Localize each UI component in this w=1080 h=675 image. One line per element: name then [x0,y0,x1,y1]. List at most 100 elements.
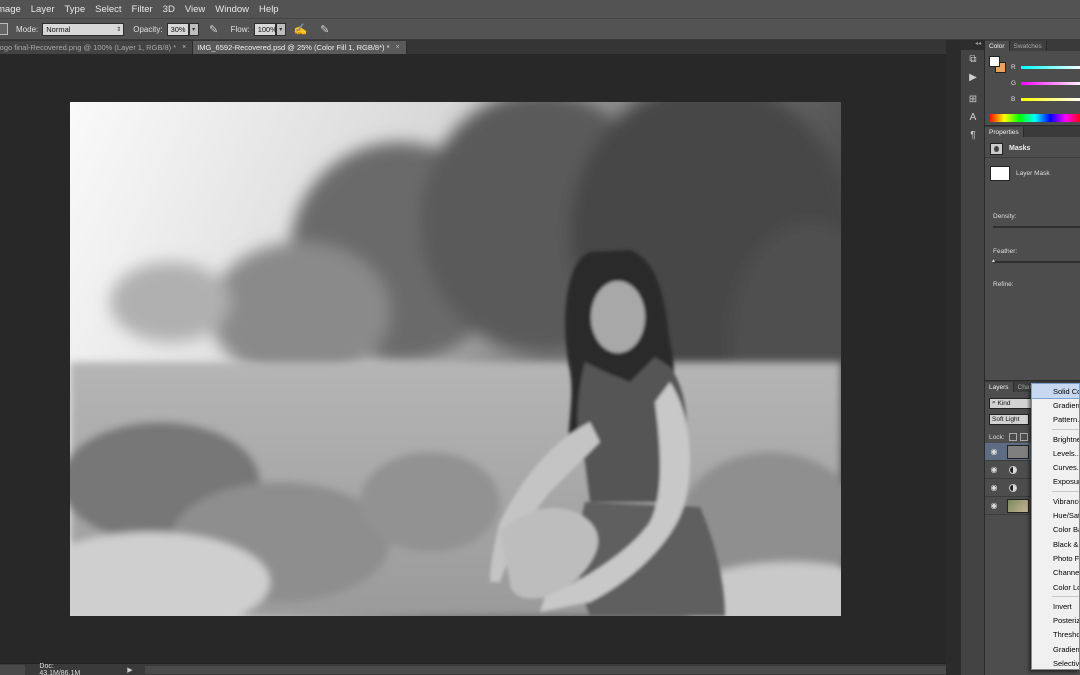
lock-transparent-icon[interactable] [1008,433,1017,441]
menu-item-solid-color[interactable]: Solid Color... [1031,382,1080,400]
menu-item-brightness-contrast[interactable]: Brightness/Contrast... [1032,432,1079,446]
panel-icon-dock: ◂◂ ⧉ ▶ ⊞ A ¶ [960,40,984,675]
blend-mode-select[interactable]: Soft Light [989,414,1029,425]
opacity-dropdown-icon[interactable]: ▾ [188,22,199,36]
dock-collapse-strip [946,40,960,675]
menu-filter[interactable]: Filter [127,4,158,15]
menu-image[interactable]: mage [0,4,26,15]
menu-item-black-white[interactable]: Black & White... [1032,537,1079,551]
menu-item-posterize[interactable]: Posterize... [1032,613,1079,627]
menu-select[interactable]: Select [90,4,126,15]
layer-thumbnail [1007,498,1029,513]
tab-swatches[interactable]: Swatches [1009,41,1047,51]
menu-item-gradient[interactable]: Gradient... [1032,398,1079,412]
menu-item-gradient-map[interactable]: Gradient Map... [1032,642,1079,656]
layer-comps-icon[interactable]: ⊞ [961,90,985,108]
visibility-eye-icon[interactable]: ◉ [987,465,1001,474]
red-slider-row: R ▲ [1011,64,1080,71]
menu-item-color-balance[interactable]: Color Balance... [1032,523,1079,537]
lock-pixels-icon[interactable] [1019,433,1028,441]
document-photo[interactable] [70,102,841,616]
menu-item-threshold[interactable]: Threshold... [1032,628,1079,642]
layer-mask-label: Layer Mask [1016,170,1050,177]
opacity-input[interactable]: 30% [166,22,189,36]
density-slider[interactable] [993,226,1080,228]
photo-image [70,102,841,616]
tool-preset-icon[interactable] [0,23,8,35]
actions-icon[interactable]: ▶ [961,68,985,86]
blue-slider-row: B ▲ [1011,96,1080,103]
close-icon[interactable]: × [396,44,400,51]
menu-separator [1052,596,1079,598]
options-bar: Mode: Normal ⇕ Opacity: 30% ▾ ✎ Flow: 100… [0,18,1080,40]
mode-label: Mode: [16,24,39,34]
menu-item-color-lookup[interactable]: Color Lookup... [1032,580,1079,594]
menu-item-vibrance[interactable]: Vibrance... [1032,494,1079,508]
mode-select[interactable]: Normal ⇕ [42,22,125,36]
doc-tab-img6592[interactable]: IMG_6592-Recovered.psd @ 25% (Color Fill… [193,41,407,54]
flow-input[interactable]: 100% [253,22,277,36]
menu-3d[interactable]: 3D [158,4,180,15]
layer-filter-kind-select[interactable]: ⌕ Kind [989,397,1033,409]
menu-item-levels[interactable]: Levels... [1032,446,1079,460]
color-panel: Color Swatches R ▲ G ▲ B ▲ [985,40,1080,125]
menu-view[interactable]: View [180,4,210,15]
menu-item-photo-filter[interactable]: Photo Filter... [1032,551,1079,565]
opacity-label: Opacity: [133,24,163,34]
character-icon[interactable]: A [961,108,985,126]
layer-thumbnail [1007,444,1029,459]
pressure-opacity-icon[interactable]: ✎ [207,22,221,36]
document-tab-bar: logo final-Recovered.png @ 100% (Layer 1… [0,40,960,54]
doc-tab-logo[interactable]: logo final-Recovered.png @ 100% (Layer 1… [0,41,194,54]
density-label: Density: [993,213,1017,220]
lock-label: Lock: [989,433,1005,441]
red-slider[interactable]: ▲ [1021,66,1080,69]
menu-separator [1052,491,1079,493]
menu-item-pattern[interactable]: Pattern... [1032,413,1079,427]
close-icon[interactable]: × [182,44,186,51]
menu-item-channel-mixer[interactable]: Channel Mixer... [1032,566,1079,580]
visibility-eye-icon[interactable]: ◉ [987,501,1001,510]
feather-slider[interactable]: ▲ [991,258,1080,264]
status-bar: Doc: 43.1M/86.1M ▶ [0,663,946,675]
menu-window[interactable]: Window [210,4,254,15]
flow-label: Flow: [230,24,250,34]
zoom-field[interactable] [0,664,26,675]
slider-knob-icon[interactable]: ▲ [991,258,996,264]
blue-slider[interactable]: ▲ [1021,98,1080,101]
menu-item-invert[interactable]: Invert [1032,599,1079,613]
properties-title: Masks [1009,145,1031,152]
menu-item-hue-saturation[interactable]: Hue/Saturation... [1032,508,1079,522]
green-slider[interactable]: ▲ [1021,82,1080,85]
color-spectrum[interactable] [989,114,1080,122]
menu-item-exposure[interactable]: Exposure... [1032,475,1079,489]
tab-properties[interactable]: Properties [985,127,1024,137]
refine-label: Refine: [993,281,1014,288]
mask-icon [990,142,1003,155]
history-icon[interactable]: ⧉ [961,50,985,68]
adjustment-layer-icon [1009,465,1017,474]
menu-bar: mage Layer Type Select Filter 3D View Wi… [0,0,1080,18]
chevron-down-icon: ⇕ [116,26,122,33]
tab-color[interactable]: Color [985,41,1010,51]
properties-panel: Properties Masks Layer Mask Density: Fea… [985,125,1080,380]
visibility-eye-icon[interactable]: ◉ [987,447,1001,456]
foreground-color-swatch[interactable] [989,56,1000,67]
layer-mask-thumbnail[interactable] [990,166,1010,181]
collapse-arrows-icon[interactable]: ◂◂ [961,40,984,50]
menu-separator [1052,428,1079,430]
menu-layer[interactable]: Layer [26,4,60,15]
airbrush-icon[interactable]: ✍ [294,22,308,36]
pressure-size-icon[interactable]: ✎ [318,22,332,36]
tab-layers[interactable]: Layers [985,382,1014,392]
menu-help[interactable]: Help [254,4,284,15]
paragraph-icon[interactable]: ¶ [961,126,985,144]
menu-item-selective-color[interactable]: Selective Color... [1032,656,1079,670]
menu-item-curves[interactable]: Curves... [1032,460,1079,474]
visibility-eye-icon[interactable]: ◉ [987,483,1001,492]
flow-dropdown-icon[interactable]: ▾ [275,22,286,36]
canvas-area[interactable] [0,54,946,663]
menu-type[interactable]: Type [60,4,91,15]
status-menu-arrow-icon[interactable]: ▶ [127,666,135,674]
horizontal-scrollbar[interactable] [145,665,946,674]
